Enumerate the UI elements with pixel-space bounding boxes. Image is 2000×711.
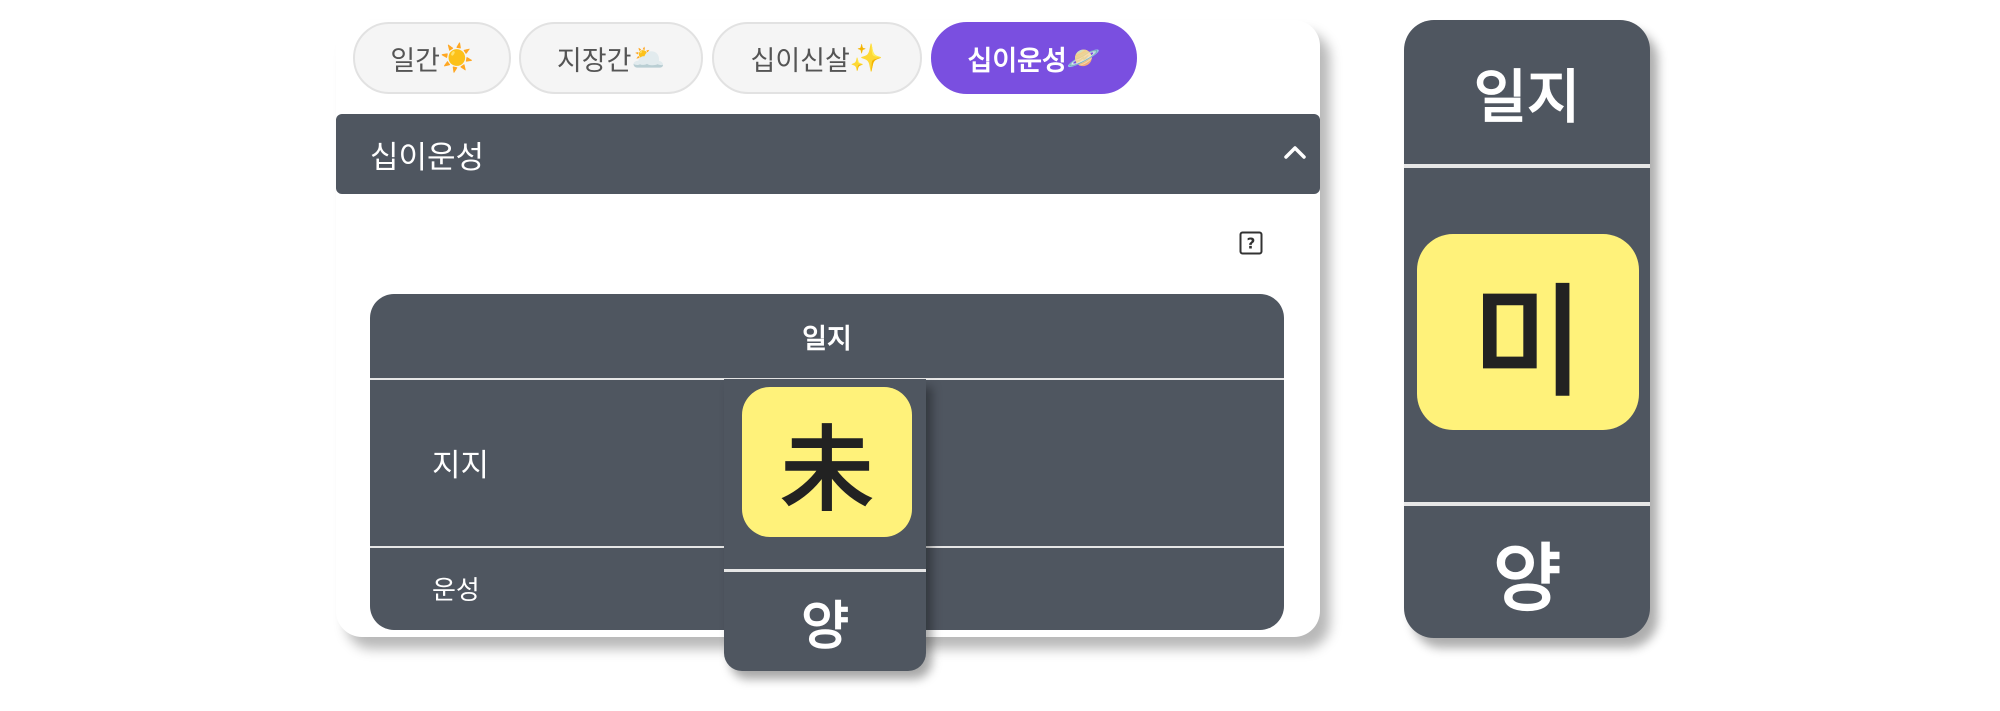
row-label-unseong: 운성 [432,576,480,606]
tab-label: 일간 [390,45,441,77]
svg-text:?: ? [1247,235,1256,253]
planet-icon: 🪐 [1066,43,1101,74]
unseong-value-cell: 양 [801,597,849,657]
sun-icon: ☀️ [440,43,474,74]
chevron-up-icon[interactable] [1280,138,1310,168]
tab-label: 십이운성 [967,45,1067,77]
tab-label: 지장간 [556,45,632,77]
zoom-header: 일지 [1473,63,1581,131]
row-label-jiji: 지지 [432,448,490,484]
cloud-sun-icon: 🌥️ [631,43,666,74]
jiji-hanja-cell: 未 [742,387,912,537]
ilji-zoom-card: 일지 미 양 [1404,20,1650,638]
sibiunseong-accordion-header[interactable]: 십이운성 [336,114,1320,194]
sparkles-icon: ✨ [849,43,884,74]
column-header-ilji: 일지 [802,323,852,355]
tab-jijanggan[interactable]: 지장간 🌥️ [519,22,703,94]
zoom-divider [1404,164,1650,168]
accordion-title: 십이운성 [370,139,485,176]
tab-sibisinsal[interactable]: 십이신살 ✨ [712,22,922,94]
question-icon[interactable]: ? [1239,231,1263,255]
zoom-jiji-cell: 미 [1417,234,1639,430]
zoom-unseong-cell: 양 [1492,535,1562,622]
tab-ilgan[interactable]: 일간 ☀️ [353,22,511,94]
tab-sibiunseong[interactable]: 십이운성 🪐 [931,22,1137,94]
tab-label: 십이신살 [750,45,850,77]
ilji-column-popup[interactable]: 未 양 [724,379,926,671]
